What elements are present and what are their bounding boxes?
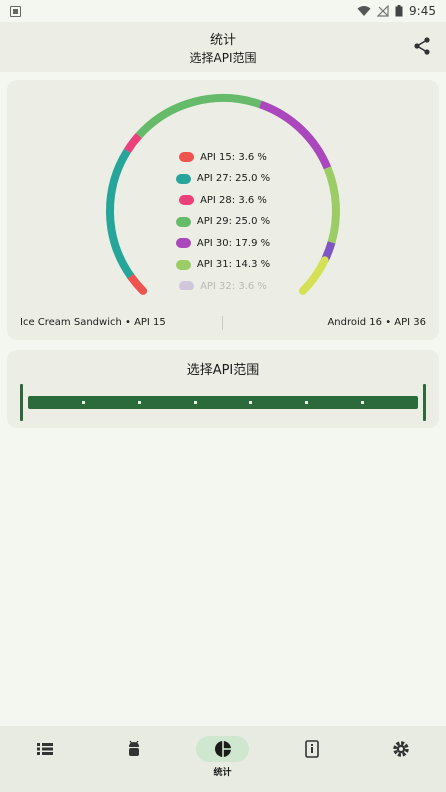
app-notification-icon	[10, 5, 21, 17]
legend-item: API 30: 17.9 %	[7, 236, 439, 250]
legend-label: API 27: 25.0 %	[196, 173, 271, 184]
pie-chart-icon	[214, 741, 231, 757]
status-bar: 9:45	[0, 0, 446, 22]
legend-item: API 29: 25.0 %	[7, 215, 439, 229]
nav-item-statistics[interactable]: 统计	[178, 726, 267, 792]
nav-item-list[interactable]	[0, 726, 89, 792]
nav-label-statistics: 统计	[213, 768, 232, 778]
legend-item: API 28: 3.6 %	[7, 193, 439, 207]
range-slider-track[interactable]	[28, 396, 418, 409]
range-card: 选择API范围	[7, 350, 439, 428]
nav-item-device-info[interactable]	[267, 726, 356, 792]
nav-item-settings[interactable]	[356, 726, 445, 792]
range-labels: Ice Cream Sandwich • API 15 Android 16 •…	[20, 317, 426, 328]
legend-swatch	[175, 238, 191, 248]
legend-item: API 27: 25.0 %	[7, 172, 439, 186]
legend-swatch	[175, 173, 191, 184]
range-slider-end-handle[interactable]	[423, 384, 426, 421]
page-subtitle: 选择API范围	[189, 51, 257, 65]
device-info-icon	[304, 740, 319, 758]
range-min-label: Ice Cream Sandwich • API 15	[20, 317, 166, 328]
slider-tick	[194, 401, 197, 404]
legend-swatch	[179, 152, 195, 162]
legend-label: API 29: 25.0 %	[196, 216, 271, 227]
wifi-icon	[357, 6, 371, 16]
range-max-label: Android 16 • API 36	[327, 317, 426, 328]
legend-swatch	[179, 195, 195, 205]
android-icon	[128, 740, 139, 756]
legend-swatch	[175, 216, 191, 227]
divider	[222, 316, 223, 330]
bottom-navigation: 统计	[0, 726, 446, 792]
legend-item: API 32: 3.6 %	[7, 279, 439, 290]
legend-label: API 15: 3.6 %	[200, 151, 267, 163]
list-icon	[36, 743, 53, 755]
legend-swatch	[179, 281, 195, 290]
slider-tick	[305, 401, 308, 404]
legend-item: API 15: 3.6 %	[7, 150, 439, 164]
chart-legend: API 15: 3.6 % API 27: 25.0 % API 28: 3.6 %…	[7, 150, 439, 290]
slider-tick	[249, 401, 252, 404]
top-app-bar: 统计 选择API范围	[0, 22, 446, 72]
chart-card: API 15: 3.6 % API 27: 25.0 % API 28: 3.6 %…	[7, 80, 439, 340]
battery-icon	[395, 5, 403, 17]
slider-tick	[138, 401, 141, 404]
gear-icon	[392, 741, 409, 757]
nav-item-android[interactable]	[89, 726, 178, 792]
legend-item: API 31: 14.3 %	[7, 258, 439, 272]
slider-tick	[361, 401, 364, 404]
gauge-segment	[135, 94, 262, 139]
range-card-title: 选择API范围	[186, 363, 260, 378]
range-slider-start-handle[interactable]	[20, 384, 23, 421]
gauge-segment	[123, 132, 142, 154]
clock: 9:45	[409, 4, 436, 18]
legend-label: API 32: 3.6 %	[200, 280, 267, 291]
page-title: 统计	[209, 33, 236, 48]
legend-swatch	[175, 259, 191, 270]
legend-label: API 31: 14.3 %	[196, 259, 271, 270]
legend-label: API 30: 17.9 %	[196, 237, 271, 249]
legend-label: API 28: 3.6 %	[200, 194, 267, 206]
share-icon[interactable]	[412, 36, 432, 56]
slider-tick	[82, 401, 85, 404]
no-signal-icon	[377, 5, 389, 17]
